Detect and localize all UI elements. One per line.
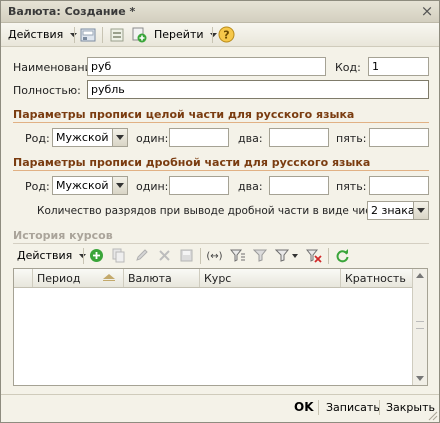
copy-row-icon[interactable] (111, 248, 126, 263)
goto-menu-button[interactable]: Перейти (154, 28, 217, 41)
toolbar-separator (83, 248, 84, 264)
delete-row-icon[interactable] (157, 248, 172, 263)
history-section-title: История курсов (13, 229, 113, 242)
toolbar-separator (212, 27, 213, 43)
scroll-down-arrow-icon[interactable] (413, 371, 427, 385)
column-header-label: Валюта (128, 272, 172, 285)
fraction-digits-label: Количество разрядов при выводе дробной ч… (37, 205, 388, 217)
filter-history-icon[interactable] (275, 248, 299, 263)
toolbar-separator (102, 27, 103, 43)
help-icon[interactable]: ? (218, 26, 235, 43)
fraction-five-field[interactable] (369, 176, 429, 195)
scroll-grip[interactable] (416, 321, 424, 329)
title-bar[interactable]: Валюта: Создание * × (1, 1, 439, 23)
toolbar-separator (200, 248, 201, 264)
add-copy-icon[interactable] (131, 27, 147, 43)
integer-five-label: пять: (336, 132, 367, 145)
set-interval-icon[interactable]: (↔) (206, 248, 223, 263)
dropdown-arrow-icon[interactable] (112, 177, 127, 194)
clear-filter-icon[interactable] (306, 248, 322, 263)
fraction-gender-value: Мужской (56, 179, 109, 192)
integer-one-label: один: (136, 132, 169, 145)
integer-two-field[interactable] (269, 128, 329, 147)
table-header: Период Валюта Курс Кратность (14, 269, 427, 288)
fraction-gender-select[interactable]: Мужской (52, 176, 128, 195)
column-header-currency[interactable]: Валюта (124, 269, 200, 287)
fraction-one-label: один: (136, 180, 169, 193)
svg-text:?: ? (223, 29, 229, 42)
code-field[interactable]: 1 (368, 57, 429, 76)
actions-menu-button[interactable]: Действия (8, 28, 77, 41)
scroll-up-arrow-icon[interactable] (413, 269, 427, 283)
structure-icon[interactable] (109, 27, 125, 43)
table-vertical-scrollbar[interactable] (412, 269, 427, 385)
fraction-two-field[interactable] (269, 176, 329, 195)
footer-separator (379, 400, 380, 415)
fraction-one-field[interactable] (169, 176, 229, 195)
refresh-icon[interactable] (335, 248, 350, 263)
dropdown-arrow-icon[interactable] (413, 202, 428, 219)
rates-history-table[interactable]: Период Валюта Курс Кратность (13, 268, 428, 386)
section-divider (13, 170, 429, 171)
history-actions-menu-button[interactable]: Действия (17, 249, 86, 262)
edit-row-icon[interactable] (134, 248, 149, 263)
integer-part-section-title: Параметры прописи целой части для русско… (13, 108, 355, 121)
sort-ascending-icon (103, 274, 115, 281)
close-window-button[interactable]: × (419, 2, 435, 20)
actions-menu-label: Действия (8, 28, 64, 41)
history-actions-label: Действия (17, 249, 73, 262)
full-name-label: Полностью: (13, 84, 81, 97)
save-button[interactable]: Записать (326, 401, 380, 414)
filter-by-value-icon[interactable] (230, 248, 246, 263)
name-field[interactable]: руб (87, 57, 326, 76)
section-divider (13, 122, 429, 123)
full-name-field[interactable]: рубль (87, 80, 429, 99)
code-label: Код: (335, 61, 361, 74)
column-header-rate[interactable]: Курс (200, 269, 341, 287)
integer-one-field[interactable] (169, 128, 229, 147)
end-edit-icon[interactable] (179, 248, 194, 263)
goto-menu-label: Перейти (154, 28, 204, 41)
row-indicator-header (14, 269, 33, 287)
toolbar-separator (328, 248, 329, 264)
fraction-five-label: пять: (336, 180, 367, 193)
fraction-digits-select[interactable]: 2 знака (367, 201, 429, 220)
fraction-gender-label: Род: (25, 180, 50, 193)
svg-text:(↔): (↔) (206, 251, 222, 262)
column-header-label: Период (37, 272, 81, 285)
integer-gender-label: Род: (25, 132, 50, 145)
integer-five-field[interactable] (369, 128, 429, 147)
toolbar-separator (74, 27, 75, 43)
integer-gender-select[interactable]: Мужской (52, 128, 128, 147)
fraction-two-label: два: (238, 180, 263, 193)
footer-divider (1, 394, 439, 395)
window-title: Валюта: Создание * (8, 5, 136, 18)
add-row-icon[interactable] (89, 248, 104, 263)
save-structure-icon[interactable] (80, 27, 96, 43)
fraction-part-section-title: Параметры прописи дробной части для русс… (13, 156, 371, 169)
integer-gender-value: Мужской (56, 131, 109, 144)
column-header-label: Курс (204, 272, 232, 285)
ok-button[interactable]: OK (294, 400, 314, 414)
dropdown-arrow-icon[interactable] (112, 129, 127, 146)
filter-icon[interactable] (253, 248, 269, 263)
column-header-multiplier[interactable]: Кратность (341, 269, 412, 287)
footer-separator (318, 400, 319, 415)
resize-grip-icon[interactable] (427, 410, 438, 421)
fraction-digits-value: 2 знака (371, 204, 415, 217)
column-header-label: Кратность (345, 272, 406, 285)
form-toolbar: Действия Перейти ? (1, 23, 439, 47)
integer-two-label: два: (238, 132, 263, 145)
column-header-period[interactable]: Период (33, 269, 124, 287)
currency-create-window: Валюта: Создание * × Действия Перейти ? … (0, 0, 440, 423)
section-divider (13, 243, 429, 244)
